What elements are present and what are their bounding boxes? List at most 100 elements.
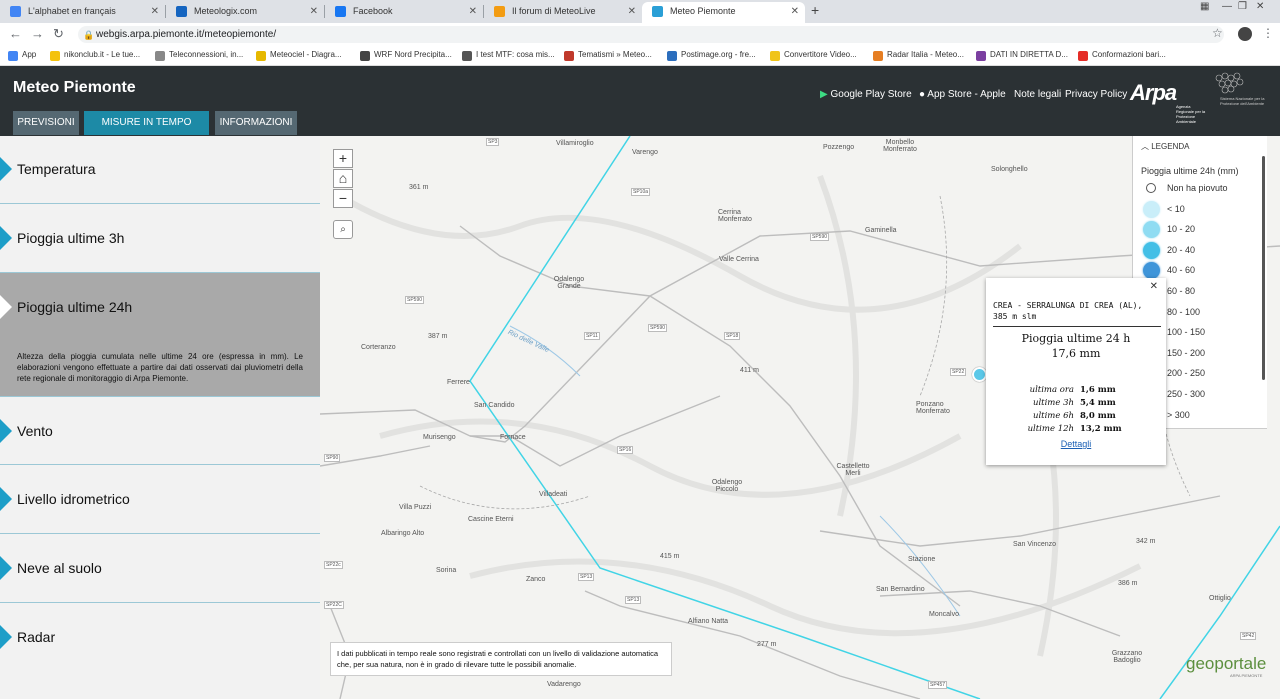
privacy-policy-link[interactable]: Privacy Policy — [1065, 89, 1127, 100]
chevron-right-icon — [0, 295, 12, 319]
favicon-icon — [176, 6, 187, 17]
close-tab-icon[interactable]: ✕ — [628, 2, 636, 21]
sidebar-item-pioggia-24h[interactable]: Pioggia ultime 24h Altezza della pioggia… — [0, 273, 320, 397]
sidebar-item-pioggia-3h[interactable]: Pioggia ultime 3h — [0, 204, 320, 273]
dettagli-link[interactable]: Dettagli — [986, 439, 1166, 449]
home-button[interactable]: ⌂ — [333, 169, 353, 188]
map-place-label: Odalengo Piccolo — [711, 479, 743, 493]
browser-tab[interactable]: Meteologix.com ✕ — [166, 2, 324, 23]
url-field[interactable]: 🔒 webgis.arpa.piemonte.it/meteopiemonte/ — [78, 26, 1224, 43]
close-tab-icon[interactable]: ✕ — [469, 2, 477, 21]
browser-tab[interactable]: L'alphabet en français ✕ — [0, 2, 165, 23]
bookmark-item[interactable]: Radar Italia - Meteo... — [873, 50, 964, 61]
road-label: SP42 — [1240, 632, 1257, 640]
legend-item-label: 100 - 150 — [1167, 327, 1206, 338]
arpa-logo[interactable]: Arpa — [1130, 80, 1177, 106]
close-icon[interactable]: ✕ — [1150, 281, 1158, 292]
map-place-label: Valle Cerrina — [719, 256, 759, 263]
bookmark-item[interactable]: DATI IN DIRETTA D... — [976, 50, 1068, 61]
data-disclaimer: I dati pubblicati in tempo reale sono re… — [330, 642, 672, 676]
sidebar-item-neve-al-suolo[interactable]: Neve al suolo — [0, 534, 320, 603]
bookmark-item[interactable]: nikonclub.it - Le tue... — [50, 50, 140, 61]
tab-informazioni[interactable]: INFORMAZIONI — [215, 111, 297, 135]
popup-row-key: ultime 3h — [1032, 398, 1074, 408]
road-label: SP590 — [810, 233, 830, 241]
browser-tab-bar: L'alphabet en français ✕ Meteologix.com ✕ … — [0, 0, 1280, 23]
empty-circle-icon — [1146, 183, 1156, 193]
forward-icon[interactable]: → — [31, 26, 44, 41]
search-button[interactable]: ⌕ — [333, 220, 353, 239]
bookmark-label: WRF Nord Precipita... — [374, 50, 452, 59]
map-place-label: Stazione — [908, 556, 936, 563]
close-tab-icon[interactable]: ✕ — [151, 2, 159, 21]
minimize-icon[interactable]: — — [1222, 1, 1232, 12]
map-place-label: Pozzengo — [823, 144, 855, 151]
bookmark-item[interactable]: Meteociel - Diagra... — [256, 50, 342, 61]
bookmark-favicon-icon — [667, 51, 677, 61]
sidebar-item-radar[interactable]: Radar — [0, 603, 320, 671]
close-window-icon[interactable]: ✕ — [1256, 1, 1264, 12]
legend-scrollbar[interactable] — [1262, 156, 1265, 380]
link-label: Google Play Store — [830, 89, 912, 100]
sidebar-item-temperatura[interactable]: Temperatura — [0, 136, 320, 204]
chevron-right-icon — [0, 487, 12, 511]
map-view[interactable]: Villamiroglio Varengo Pozzengo Monbello … — [320, 136, 1280, 699]
bookmark-item[interactable]: Conformazioni bari... — [1078, 50, 1166, 61]
zoom-in-button[interactable]: + — [333, 149, 353, 168]
app-store-link[interactable]: ● App Store - Apple — [919, 89, 1006, 100]
bookmark-item[interactable]: App — [8, 50, 36, 61]
bookmark-favicon-icon — [976, 51, 986, 61]
new-tab-button[interactable]: + — [811, 2, 819, 18]
browser-tab[interactable]: Il forum di MeteoLive ✕ — [484, 2, 642, 23]
bookmark-favicon-icon — [360, 51, 370, 61]
map-place-label: Ottiglio — [1209, 595, 1231, 602]
popup-value: 17,6 mm — [1051, 347, 1101, 360]
bookmark-item[interactable]: Tematismi » Meteo... — [564, 50, 652, 61]
close-tab-icon[interactable]: ✕ — [310, 2, 318, 21]
legend-item-label: < 10 — [1167, 203, 1185, 214]
bookmark-favicon-icon — [50, 51, 60, 61]
browser-tab-active[interactable]: Meteo Piemonte ✕ — [642, 2, 805, 23]
google-play-link[interactable]: ▶ Google Play Store — [820, 89, 912, 100]
reload-icon[interactable]: ↻ — [53, 26, 64, 42]
back-icon[interactable]: ← — [9, 26, 22, 41]
browser-tab[interactable]: Facebook ✕ — [325, 2, 483, 23]
geoportale-logo-subtitle: ARPA PIEMONTE — [1230, 673, 1263, 678]
bookmark-item[interactable]: Convertitore Video... — [770, 50, 857, 61]
popup-row-value: 5,4 mm — [1080, 398, 1116, 408]
close-tab-icon[interactable]: ✕ — [791, 2, 799, 21]
bookmark-star-icon[interactable]: ☆ — [1212, 26, 1223, 40]
home-icon: ⌂ — [338, 170, 348, 186]
bookmark-favicon-icon — [256, 51, 266, 61]
bookmark-label: Conformazioni bari... — [1092, 50, 1166, 59]
station-name: CREA - SERRALUNGA DI CREA (AL), 385 m sl… — [993, 300, 1161, 327]
browser-menu-icon[interactable]: ⋮ — [1262, 26, 1274, 40]
sidebar-item-label: Pioggia ultime 24h — [17, 299, 133, 315]
map-place-label: Grazzano Badoglio — [1111, 650, 1143, 664]
bookmark-item[interactable]: I test MTF: cosa mis... — [462, 50, 555, 61]
profile-avatar[interactable] — [1238, 27, 1252, 41]
legend-item-label: 150 - 200 — [1167, 347, 1206, 358]
tab-previsioni[interactable]: PREVISIONI — [13, 111, 79, 135]
bookmark-item[interactable]: WRF Nord Precipita... — [360, 50, 452, 61]
sidebar-item-vento[interactable]: Vento — [0, 397, 320, 465]
bookmark-label: Postimage.org - fre... — [681, 50, 756, 59]
bookmark-item[interactable]: Teleconnessioni, in... — [155, 50, 243, 61]
road-label: SP18 — [724, 332, 741, 340]
favicon-icon — [652, 6, 663, 17]
station-marker[interactable] — [972, 367, 987, 382]
bookmark-item[interactable]: Postimage.org - fre... — [667, 50, 756, 61]
sidebar-item-livello-idrometrico[interactable]: Livello idrometrico — [0, 465, 320, 534]
geoportale-logo[interactable]: geoportale — [1186, 654, 1266, 674]
legend-item-label: > 300 — [1167, 409, 1190, 420]
bookmark-label: Radar Italia - Meteo... — [887, 50, 964, 59]
legend-toggle[interactable]: ︿ LEGENDA — [1141, 141, 1189, 152]
note-legali-link[interactable]: Note legali — [1014, 89, 1061, 100]
zoom-out-button[interactable]: − — [333, 189, 353, 208]
popup-row-key: ultima ora — [1029, 385, 1074, 395]
road-label: SP590 — [405, 296, 425, 304]
tab-misure-tempo-reale[interactable]: MISURE IN TEMPO REALE — [84, 111, 209, 152]
restore-icon[interactable]: ❐ — [1238, 1, 1247, 12]
bookmark-favicon-icon — [770, 51, 780, 61]
bookmark-label: Convertitore Video... — [784, 50, 857, 59]
